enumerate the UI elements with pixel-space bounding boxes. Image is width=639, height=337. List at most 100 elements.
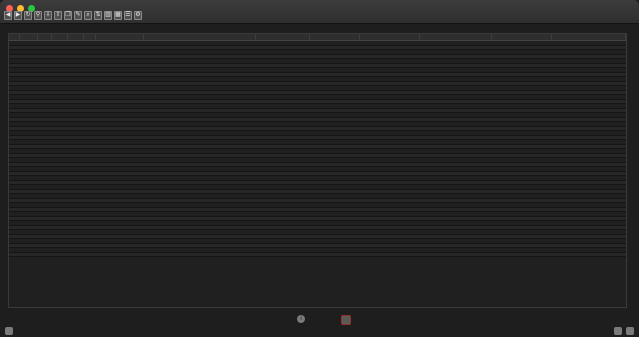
- table-cell-c7: [96, 104, 144, 108]
- table-cell-c8: [144, 104, 256, 108]
- table-cell-c7: [96, 136, 144, 140]
- table-cell-c9: [256, 149, 310, 153]
- table-cell-c3: [38, 145, 52, 149]
- trash-icon[interactable]: [341, 315, 351, 325]
- table-cell-c3: [38, 109, 52, 113]
- table-cell-c9: [256, 230, 310, 234]
- info-icon[interactable]: i: [297, 315, 305, 323]
- table-cell-c5: [68, 109, 84, 113]
- column-header-c1[interactable]: [9, 34, 20, 40]
- sort-icon[interactable]: ⇅: [94, 11, 102, 20]
- table-cell-c1: [9, 226, 20, 230]
- table-cell-c2: [20, 118, 38, 122]
- export-icon[interactable]: ⇧: [54, 11, 62, 20]
- back-icon[interactable]: ◀: [4, 11, 12, 20]
- filter-icon[interactable]: ⚲: [34, 11, 42, 20]
- table-cell-c9: [256, 212, 310, 216]
- table-cell-c3: [38, 185, 52, 189]
- table-cell-c3: [38, 221, 52, 225]
- column-header-c10[interactable]: [310, 34, 360, 40]
- table-cell-c12: [420, 140, 492, 144]
- table-cell-c9: [256, 50, 310, 54]
- table-cell-c1: [9, 136, 20, 140]
- table-row[interactable]: [9, 252, 626, 257]
- table-cell-c14: [552, 86, 626, 90]
- table-cell-c2: [20, 73, 38, 77]
- column-header-c11[interactable]: [360, 34, 420, 40]
- table-cell-c8: [144, 82, 256, 86]
- table-cell-c13: [492, 239, 552, 243]
- table-cell-c9: [256, 199, 310, 203]
- table-cell-c10: [310, 199, 360, 203]
- column-header-c13[interactable]: [492, 34, 552, 40]
- table-cell-c2: [20, 235, 38, 239]
- column-header-c5[interactable]: [68, 34, 84, 40]
- table-cell-c11: [360, 221, 420, 225]
- reload-icon[interactable]: ↻: [24, 11, 32, 20]
- lock-icon[interactable]: [5, 327, 13, 335]
- list-icon[interactable]: ☰: [124, 11, 132, 20]
- table-cell-c14: [552, 212, 626, 216]
- table-cell-c2: [20, 248, 38, 252]
- table-cell-c4: [52, 104, 68, 108]
- search-icon[interactable]: ⌕: [84, 11, 92, 20]
- table-cell-c1: [9, 104, 20, 108]
- column-header-c3[interactable]: [38, 34, 52, 40]
- table-cell-c1: [9, 190, 20, 194]
- sidebar-icon[interactable]: [614, 327, 622, 335]
- table-cell-c13: [492, 118, 552, 122]
- table-cell-c3: [38, 212, 52, 216]
- table-cell-c8: [144, 100, 256, 104]
- table-cell-c13: [492, 113, 552, 117]
- table-cell-c9: [256, 46, 310, 50]
- table-cell-c6: [84, 109, 96, 113]
- table-cell-c5: [68, 140, 84, 144]
- table-cell-c1: [9, 149, 20, 153]
- table-cell-c2: [20, 77, 38, 81]
- table-cell-c9: [256, 235, 310, 239]
- table-cell-c13: [492, 149, 552, 153]
- column-header-c7[interactable]: [96, 34, 144, 40]
- column-header-c8[interactable]: [144, 34, 256, 40]
- table-cell-c9: [256, 217, 310, 221]
- copy-icon[interactable]: ❐: [64, 11, 72, 20]
- table-cell-c9: [256, 82, 310, 86]
- table-cell-c8: [144, 194, 256, 198]
- settings-icon[interactable]: ⚙: [134, 11, 142, 20]
- table-cell-c5: [68, 172, 84, 176]
- table-header: [9, 34, 626, 41]
- table-cell-c2: [20, 113, 38, 117]
- import-icon[interactable]: ⇩: [44, 11, 52, 20]
- table-cell-c6: [84, 104, 96, 108]
- table-cell-c13: [492, 109, 552, 113]
- column-header-c2[interactable]: [20, 34, 38, 40]
- table-cell-c11: [360, 181, 420, 185]
- table-cell-c6: [84, 131, 96, 135]
- table-cell-c12: [420, 100, 492, 104]
- data-table[interactable]: [8, 33, 627, 308]
- columns-icon[interactable]: ▥: [104, 11, 112, 20]
- table-cell-c4: [52, 176, 68, 180]
- table-cell-c7: [96, 145, 144, 149]
- column-header-c9[interactable]: [256, 34, 310, 40]
- edit-icon[interactable]: ✎: [74, 11, 82, 20]
- table-cell-c3: [38, 41, 52, 45]
- expand-icon[interactable]: [626, 327, 634, 335]
- grid-icon[interactable]: ▦: [114, 11, 122, 20]
- forward-icon[interactable]: ▶: [14, 11, 22, 20]
- column-header-c4[interactable]: [52, 34, 68, 40]
- column-header-c14[interactable]: [552, 34, 626, 40]
- column-header-c6[interactable]: [84, 34, 96, 40]
- table-cell-c5: [68, 239, 84, 243]
- table-cell-c3: [38, 154, 52, 158]
- table-cell-c7: [96, 46, 144, 50]
- column-header-c12[interactable]: [420, 34, 492, 40]
- table-cell-c12: [420, 217, 492, 221]
- table-cell-c7: [96, 185, 144, 189]
- table-cell-c9: [256, 73, 310, 77]
- table-cell-c14: [552, 59, 626, 63]
- table-cell-c11: [360, 136, 420, 140]
- table-cell-c1: [9, 55, 20, 59]
- table-cell-c3: [38, 77, 52, 81]
- table-cell-c2: [20, 221, 38, 225]
